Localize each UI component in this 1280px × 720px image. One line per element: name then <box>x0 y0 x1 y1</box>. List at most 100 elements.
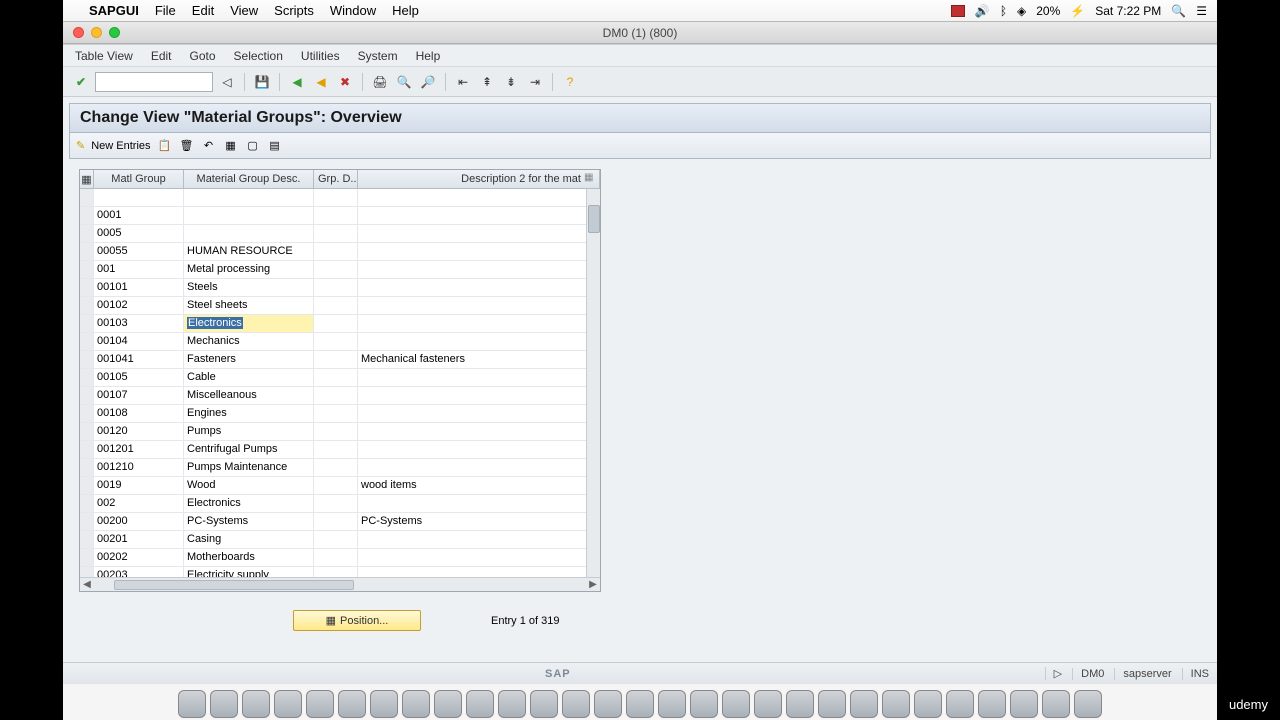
dock-scissors[interactable] <box>594 690 622 718</box>
print-list-icon[interactable]: ▤ <box>267 138 283 154</box>
row-selector[interactable] <box>80 297 94 314</box>
row-selector[interactable] <box>80 531 94 548</box>
dropdown-icon[interactable]: ◁ <box>217 72 237 92</box>
cell-matl-group[interactable]: 00202 <box>94 549 184 566</box>
cell-grp-d[interactable] <box>314 297 358 314</box>
col-grp-d[interactable]: Grp. D... <box>314 170 358 188</box>
cell-matl-group[interactable]: 001 <box>94 261 184 278</box>
enter-icon[interactable]: ✔ <box>71 72 91 92</box>
cell-desc[interactable]: Pumps Maintenance <box>184 459 314 476</box>
dock-rstudio[interactable] <box>690 690 718 718</box>
cell-desc2[interactable] <box>358 279 600 296</box>
cell-matl-group[interactable]: 00055 <box>94 243 184 260</box>
row-selector[interactable] <box>80 315 94 332</box>
deselect-icon[interactable]: ▢ <box>245 138 261 154</box>
cell-grp-d[interactable] <box>314 261 358 278</box>
table-row[interactable]: 001041FastenersMechanical fasteners <box>80 351 600 369</box>
row-selector[interactable] <box>80 351 94 368</box>
table-row[interactable]: 00200PC-SystemsPC-Systems <box>80 513 600 531</box>
sap-menu-tableview[interactable]: Table View <box>75 49 133 63</box>
dock-sapgui[interactable] <box>914 690 942 718</box>
row-selector[interactable] <box>80 549 94 566</box>
cell-desc2[interactable] <box>358 333 600 350</box>
cell-matl-group[interactable]: 00201 <box>94 531 184 548</box>
table-row[interactable]: 00102Steel sheets <box>80 297 600 315</box>
row-selector[interactable] <box>80 405 94 422</box>
row-selector[interactable] <box>80 387 94 404</box>
find-icon[interactable]: 🔍 <box>394 72 414 92</box>
cell-grp-d[interactable] <box>314 315 358 332</box>
cell-desc2[interactable] <box>358 441 600 458</box>
last-page-icon[interactable]: ⇥ <box>525 72 545 92</box>
cell-matl-group[interactable]: 0001 <box>94 207 184 224</box>
cell-desc[interactable] <box>184 225 314 242</box>
spotlight-icon[interactable]: 🔍 <box>1171 4 1186 18</box>
table-row[interactable]: 00105Cable <box>80 369 600 387</box>
dock-camtasia[interactable] <box>946 690 974 718</box>
undo-icon[interactable]: ↶ <box>201 138 217 154</box>
sap-menu-help[interactable]: Help <box>416 49 441 63</box>
dock-mail[interactable] <box>402 690 430 718</box>
dock-keynote[interactable] <box>818 690 846 718</box>
cell-matl-group[interactable] <box>94 189 184 206</box>
dock-notes[interactable] <box>434 690 462 718</box>
sap-menu-utilities[interactable]: Utilities <box>301 49 340 63</box>
dock-textedit[interactable] <box>274 690 302 718</box>
cell-matl-group[interactable]: 001210 <box>94 459 184 476</box>
table-row[interactable]: 00201Casing <box>80 531 600 549</box>
cell-desc2[interactable] <box>358 459 600 476</box>
dock-safari[interactable] <box>210 690 238 718</box>
dock-filezilla[interactable] <box>850 690 878 718</box>
dock-calendar[interactable] <box>338 690 366 718</box>
col-desc[interactable]: Material Group Desc. <box>184 170 314 188</box>
cell-grp-d[interactable] <box>314 207 358 224</box>
cell-grp-d[interactable] <box>314 441 358 458</box>
dock-launchpad[interactable] <box>306 690 334 718</box>
cell-grp-d[interactable] <box>314 279 358 296</box>
row-selector[interactable] <box>80 495 94 512</box>
dock-preview[interactable] <box>242 690 270 718</box>
cell-matl-group[interactable]: 00107 <box>94 387 184 404</box>
cell-desc[interactable]: Cable <box>184 369 314 386</box>
cell-matl-group[interactable]: 00102 <box>94 297 184 314</box>
cell-desc[interactable]: Wood <box>184 477 314 494</box>
cell-grp-d[interactable] <box>314 477 358 494</box>
cell-desc2[interactable] <box>358 531 600 548</box>
save-icon[interactable]: 💾 <box>252 72 272 92</box>
cell-grp-d[interactable] <box>314 243 358 260</box>
cell-desc[interactable]: Steels <box>184 279 314 296</box>
menu-window[interactable]: Window <box>330 3 376 18</box>
menu-view[interactable]: View <box>230 3 258 18</box>
cell-desc2[interactable] <box>358 207 600 224</box>
cell-desc[interactable]: Electronics <box>184 495 314 512</box>
cell-desc[interactable] <box>184 207 314 224</box>
cell-matl-group[interactable]: 001201 <box>94 441 184 458</box>
col-matl-group[interactable]: Matl Group <box>94 170 184 188</box>
cell-grp-d[interactable] <box>314 495 358 512</box>
dock-appstore[interactable] <box>722 690 750 718</box>
cell-grp-d[interactable] <box>314 405 358 422</box>
wand-icon[interactable]: ✎ <box>76 139 85 152</box>
sap-menu-selection[interactable]: Selection <box>234 49 283 63</box>
table-row[interactable]: 0019Woodwood items <box>80 477 600 495</box>
cell-desc2[interactable] <box>358 261 600 278</box>
select-all-icon[interactable]: ▦ <box>223 138 239 154</box>
table-row[interactable]: 00202Motherboards <box>80 549 600 567</box>
cell-matl-group[interactable]: 001041 <box>94 351 184 368</box>
table-row[interactable]: 0005 <box>80 225 600 243</box>
row-selector[interactable] <box>80 513 94 530</box>
sap-menu-goto[interactable]: Goto <box>190 49 216 63</box>
dock-finder[interactable] <box>178 690 206 718</box>
cell-desc2[interactable] <box>358 189 600 206</box>
first-page-icon[interactable]: ⇤ <box>453 72 473 92</box>
cell-desc2[interactable] <box>358 315 600 332</box>
cell-desc[interactable]: Metal processing <box>184 261 314 278</box>
cell-matl-group[interactable]: 00103 <box>94 315 184 332</box>
table-row[interactable]: 0001 <box>80 207 600 225</box>
cell-grp-d[interactable] <box>314 513 358 530</box>
wifi-icon[interactable]: ◈ <box>1017 4 1026 18</box>
cell-desc[interactable]: Centrifugal Pumps <box>184 441 314 458</box>
find-next-icon[interactable]: 🔎 <box>418 72 438 92</box>
cell-desc2[interactable] <box>358 423 600 440</box>
cell-grp-d[interactable] <box>314 387 358 404</box>
